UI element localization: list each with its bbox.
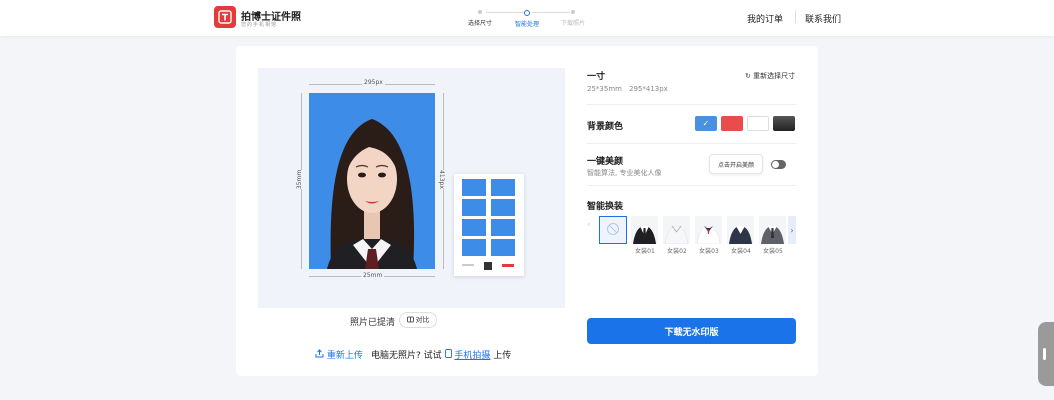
nav-contact-us[interactable]: 联系我们	[805, 12, 841, 25]
thumbnail	[462, 219, 486, 236]
outfit-thumbnail[interactable]	[759, 216, 786, 244]
thumbnail	[491, 239, 515, 256]
width-px-label: 295px	[362, 79, 385, 86]
divider	[587, 185, 796, 186]
beauty-title: 一键美颜	[587, 157, 624, 167]
step-download: 下载照片	[543, 10, 603, 27]
download-button[interactable]: 下载无水印版	[587, 318, 796, 344]
outfit-label: 女装05	[763, 248, 783, 255]
compare-icon	[406, 316, 414, 325]
outfit-label: 女装02	[667, 248, 687, 255]
divider	[587, 143, 796, 144]
qr-code-icon	[484, 262, 492, 270]
width-mm-label: 25mm	[361, 272, 385, 279]
outfit-label: 女装03	[699, 248, 719, 255]
size-px: 295*413px	[629, 85, 668, 93]
bg-color-dark[interactable]	[773, 116, 795, 131]
logo-subtitle: 您的手机相馆	[241, 22, 278, 28]
reselect-size-button[interactable]: ↻ 重新选择尺寸	[745, 71, 795, 81]
outfit-prev-icon[interactable]: ‹	[587, 220, 593, 242]
outfit-title: 智能换装	[587, 202, 624, 212]
compare-label: 对比	[415, 316, 430, 324]
size-mm: 25*35mm	[587, 85, 622, 93]
bg-color-red[interactable]	[721, 116, 743, 131]
outfit-next-icon[interactable]: ›	[788, 216, 796, 244]
outfit-thumbnail[interactable]	[727, 216, 754, 244]
photo-clear-status: 照片已提清	[350, 318, 396, 328]
beauty-toggle[interactable]	[771, 160, 786, 169]
outfit-label: 女装01	[635, 248, 655, 255]
step-dot	[571, 10, 575, 14]
phone-capture-link[interactable]: 手机拍摄	[454, 351, 490, 361]
thumbnail	[462, 199, 486, 216]
compare-button[interactable]: 对比	[399, 312, 437, 328]
size-name: 一寸	[587, 72, 606, 82]
beauty-subtitle: 智能算法, 专业美化人像	[587, 169, 662, 177]
outfit-thumbnail[interactable]	[631, 216, 658, 244]
outfit-label: 女装04	[731, 248, 751, 255]
thumbnail	[491, 179, 515, 196]
divider	[587, 104, 796, 105]
no-outfit-icon	[606, 222, 620, 239]
reselect-size-label: 重新选择尺寸	[753, 72, 796, 80]
step-dot	[478, 10, 482, 14]
beauty-tooltip: 点击开启美颜	[709, 154, 763, 174]
sheet-logo-icon	[502, 264, 514, 267]
bg-color-blue[interactable]: ✓	[695, 116, 717, 131]
portrait-image	[309, 93, 435, 269]
print-layout-preview	[454, 174, 524, 276]
bg-color-white[interactable]	[747, 116, 769, 131]
phone-icon	[444, 349, 455, 361]
outfit-none-option[interactable]	[599, 216, 627, 244]
logo-icon[interactable]	[214, 6, 236, 28]
id-photo-preview	[309, 93, 435, 269]
nav-divider	[795, 11, 796, 23]
step-dot	[524, 10, 530, 16]
step-label: 下载照片	[560, 20, 585, 27]
thumbnail	[491, 199, 515, 216]
outfit-thumbnail[interactable]	[663, 216, 690, 244]
upload-icon	[315, 349, 327, 361]
background-title: 背景颜色	[587, 122, 624, 132]
check-icon: ✓	[702, 119, 710, 128]
photo-preview-area: 295px 35mm 413px 25mm 照片已提清 对比	[258, 68, 565, 328]
phone-upload-row: 电脑无照片? 试试 手机拍摄 上传	[371, 348, 511, 361]
top-header: 拍博士证件照 您的手机相馆 选择尺寸 智能处理 下载照片 我的订单 联系我们	[0, 0, 1054, 36]
side-scroll-handle[interactable]	[1038, 322, 1054, 386]
no-photo-text: 电脑无照片? 试试	[371, 351, 442, 361]
thumbnail	[462, 179, 486, 196]
outfit-thumbnail[interactable]	[695, 216, 722, 244]
sheet-text-line	[462, 264, 474, 266]
step-label: 选择尺寸	[467, 20, 492, 27]
step-label: 智能处理	[514, 21, 539, 28]
height-px-label: 413px	[437, 170, 445, 189]
reupload-label: 重新上传	[326, 351, 363, 361]
refresh-icon: ↻	[745, 72, 751, 80]
thumbnail	[462, 239, 486, 256]
height-mm-label: 35mm	[296, 169, 304, 190]
main-card: 295px 35mm 413px 25mm 照片已提清 对比 重新上传 电脑无照…	[236, 46, 818, 376]
nav-my-orders[interactable]: 我的订单	[747, 12, 783, 25]
upload-suffix: 上传	[493, 351, 512, 361]
thumbnail	[491, 219, 515, 236]
reupload-button[interactable]: 重新上传	[315, 348, 363, 361]
